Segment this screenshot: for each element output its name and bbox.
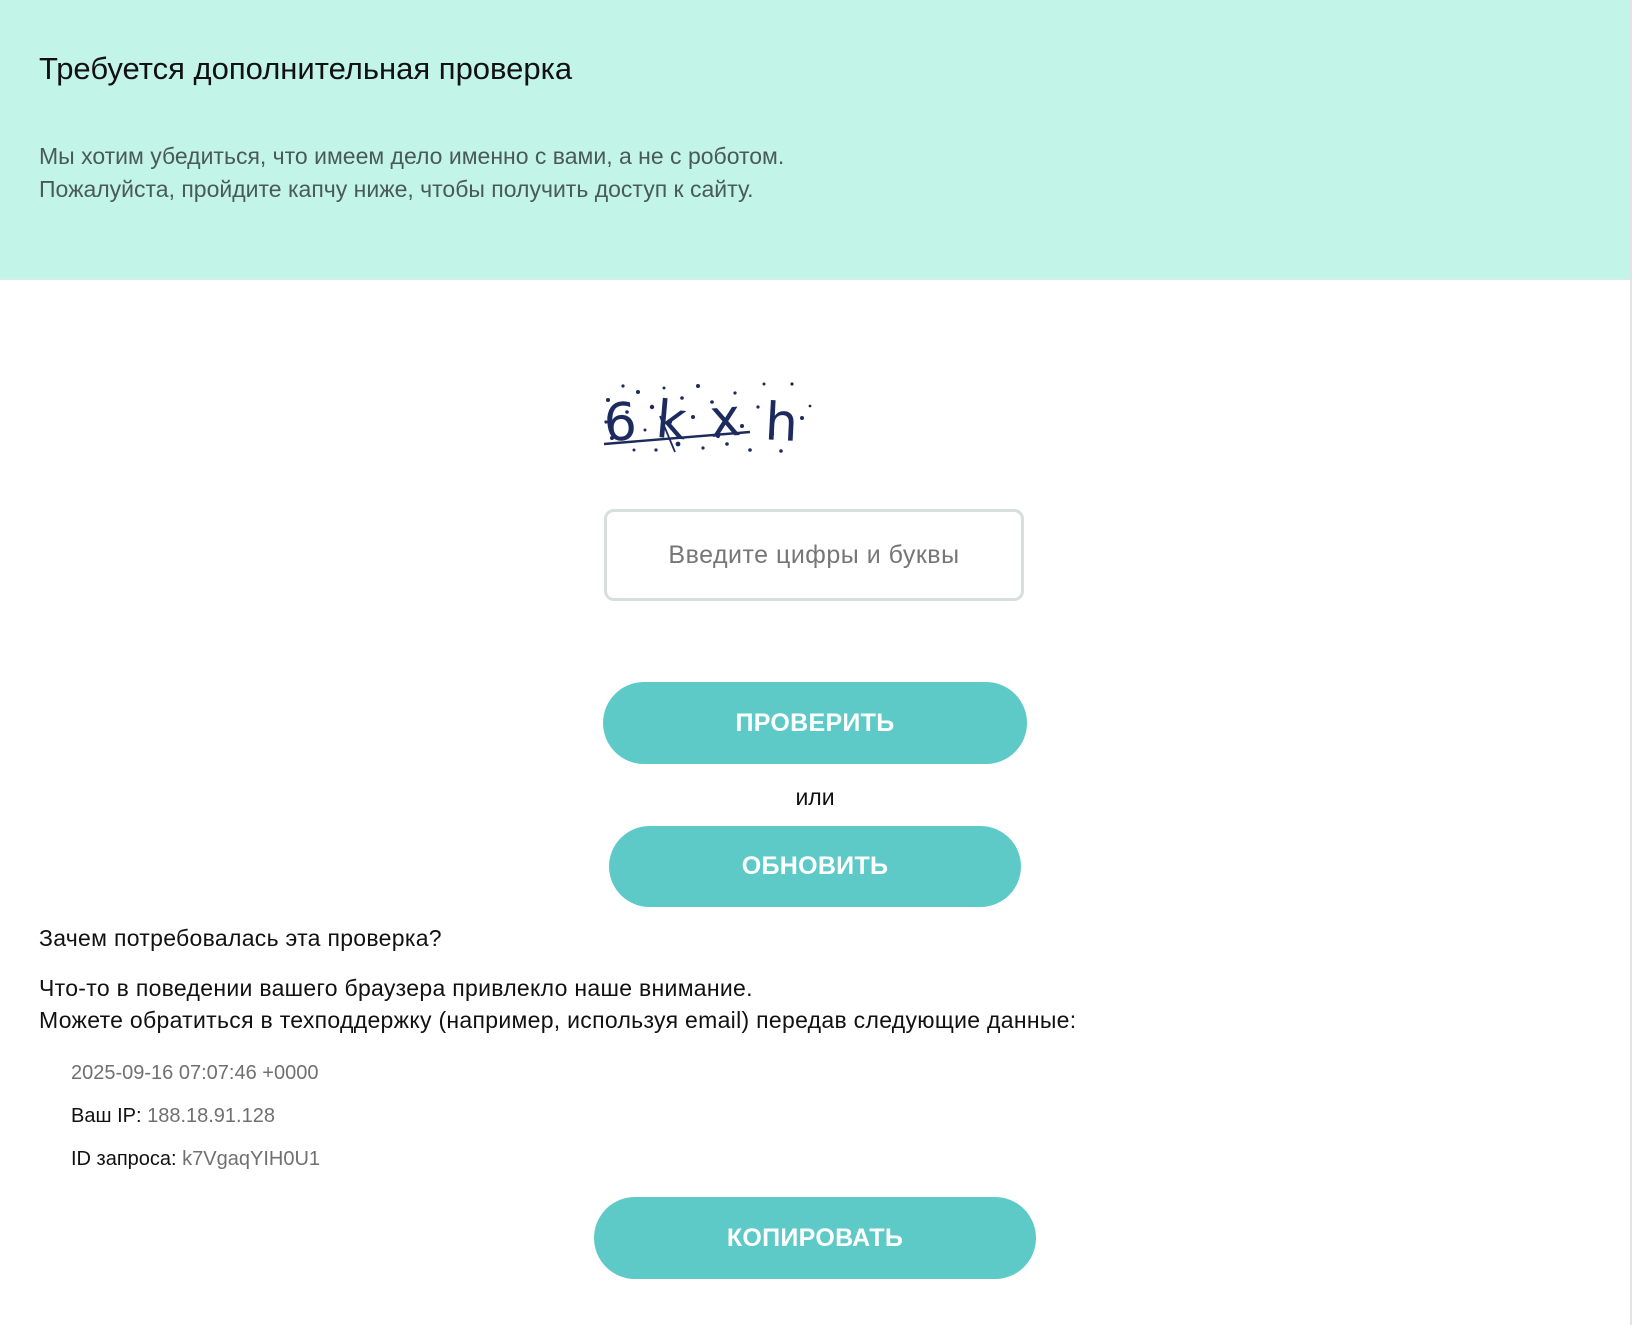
captcha-distorted-text: 6 k x h xyxy=(602,382,812,454)
refresh-button[interactable]: ОБНОВИТЬ xyxy=(609,826,1021,907)
why-description: Что-то в поведении вашего браузера привл… xyxy=(39,972,1076,1036)
why-title: Зачем потребовалась эта проверка? xyxy=(39,925,442,951)
svg-text:6: 6 xyxy=(602,392,638,454)
banner-line-1: Мы хотим убедиться, что имеем дело именн… xyxy=(39,143,785,169)
svg-text:x: x xyxy=(708,388,743,450)
request-info: 2025-09-16 07:07:46 +0000 Ваш IP: 188.18… xyxy=(71,1059,320,1188)
header-banner: Требуется дополнительная проверка Мы хот… xyxy=(0,0,1630,280)
why-line-1: Что-то в поведении вашего браузера привл… xyxy=(39,975,753,1001)
why-line-2: Можете обратиться в техподдержку (наприм… xyxy=(39,1007,1077,1033)
captcha-image: 6 k x h xyxy=(600,378,820,468)
ip-value: 188.18.91.128 xyxy=(147,1105,275,1127)
svg-text:k: k xyxy=(654,390,689,452)
ip-row: Ваш IP: 188.18.91.128 xyxy=(71,1102,320,1145)
request-id-value: k7VgaqYIH0U1 xyxy=(182,1148,321,1170)
banner-description: Мы хотим убедиться, что имеем дело именн… xyxy=(39,140,784,206)
timestamp-row: 2025-09-16 07:07:46 +0000 xyxy=(71,1059,320,1102)
svg-text:h: h xyxy=(763,392,799,454)
banner-line-2: Пожалуйста, пройдите капчу ниже, чтобы п… xyxy=(39,176,754,202)
or-separator: или xyxy=(795,784,835,810)
timestamp-value: 2025-09-16 07:07:46 +0000 xyxy=(71,1062,319,1084)
page-title: Требуется дополнительная проверка xyxy=(39,51,573,86)
request-id-label: ID запроса: xyxy=(71,1148,183,1170)
captcha-input[interactable] xyxy=(604,509,1024,601)
copy-button[interactable]: КОПИРОВАТЬ xyxy=(594,1197,1036,1279)
page: Требуется дополнительная проверка Мы хот… xyxy=(0,0,1632,1325)
ip-label: Ваш IP: xyxy=(71,1105,148,1127)
request-id-row: ID запроса: k7VgaqYIH0U1 xyxy=(71,1145,320,1188)
check-button[interactable]: ПРОВЕРИТЬ xyxy=(603,682,1027,764)
captcha-glyphs: 6 k x h xyxy=(602,388,799,454)
